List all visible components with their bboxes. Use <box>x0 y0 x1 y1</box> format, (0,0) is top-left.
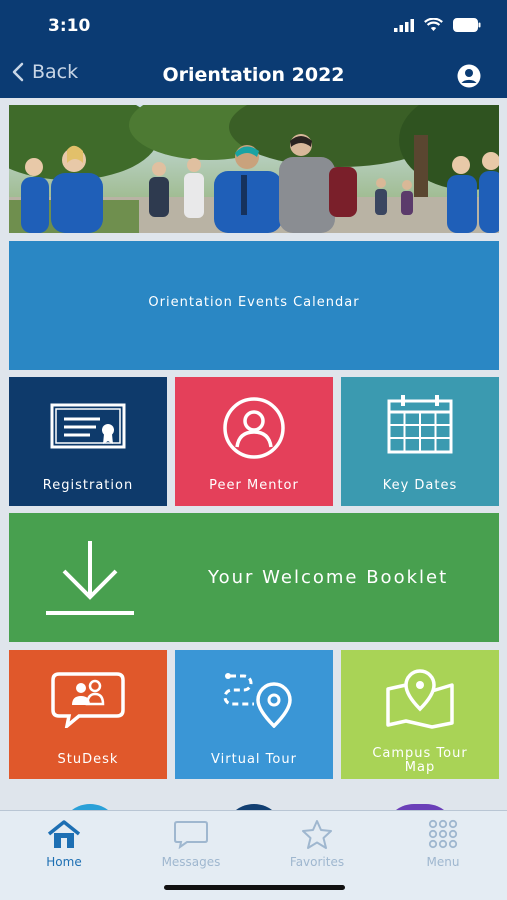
orientation-events-calendar-label: Orientation Events Calendar <box>148 295 360 310</box>
campus-tour-map-tile[interactable]: Campus Tour Map <box>341 650 499 779</box>
key-dates-label: Key Dates <box>382 478 458 493</box>
status-bar: 3:10 <box>0 0 507 52</box>
tab-messages-label: Messages <box>161 855 221 869</box>
battery-icon <box>453 18 481 32</box>
person-circle-icon <box>223 397 285 459</box>
star-icon <box>302 820 332 849</box>
key-dates-tile[interactable]: Key Dates <box>341 377 499 506</box>
campus-tour-map-label: Campus Tour Map <box>372 746 468 775</box>
tab-menu[interactable]: Menu <box>393 819 493 869</box>
tab-home-label: Home <box>46 855 82 869</box>
welcome-booklet-tile[interactable]: Your Welcome Booklet <box>9 513 499 642</box>
nav-bar: Back Orientation 2022 <box>0 52 507 98</box>
peer-mentor-label: Peer Mentor <box>209 478 299 493</box>
map-pin-icon <box>386 669 454 729</box>
grid-menu-icon <box>428 819 458 849</box>
content-area[interactable]: Orientation Events Calendar Registration… <box>0 98 507 810</box>
registration-label: Registration <box>42 478 134 493</box>
tab-home[interactable]: Home <box>14 819 114 869</box>
studesk-tile[interactable]: StuDesk <box>9 650 167 779</box>
signal-icon <box>394 18 414 32</box>
page-title: Orientation 2022 <box>162 64 345 86</box>
tab-menu-label: Menu <box>426 855 460 869</box>
peer-mentor-tile[interactable]: Peer Mentor <box>175 377 333 506</box>
studesk-label: StuDesk <box>57 752 119 767</box>
tab-favorites[interactable]: Favorites <box>267 819 367 869</box>
profile-button[interactable] <box>457 64 481 92</box>
status-icons <box>394 18 481 32</box>
wifi-icon <box>424 18 443 31</box>
welcome-booklet-label: Your Welcome Booklet <box>208 567 449 588</box>
orientation-events-calendar-tile[interactable]: Orientation Events Calendar <box>9 241 499 370</box>
tab-messages[interactable]: Messages <box>141 819 241 869</box>
home-indicator <box>164 885 345 890</box>
download-icon <box>46 541 134 615</box>
virtual-tour-tile[interactable]: Virtual Tour <box>175 650 333 779</box>
route-pin-icon <box>223 673 292 728</box>
status-time: 3:10 <box>48 16 91 36</box>
certificate-icon <box>50 403 126 449</box>
chat-people-icon <box>51 672 125 728</box>
home-icon <box>47 820 81 848</box>
registration-tile[interactable]: Registration <box>9 377 167 506</box>
user-circle-icon <box>457 64 481 88</box>
hero-image <box>9 105 499 233</box>
virtual-tour-label: Virtual Tour <box>211 752 297 767</box>
tab-favorites-label: Favorites <box>289 855 345 869</box>
calendar-icon <box>387 395 453 454</box>
message-icon <box>174 821 208 850</box>
